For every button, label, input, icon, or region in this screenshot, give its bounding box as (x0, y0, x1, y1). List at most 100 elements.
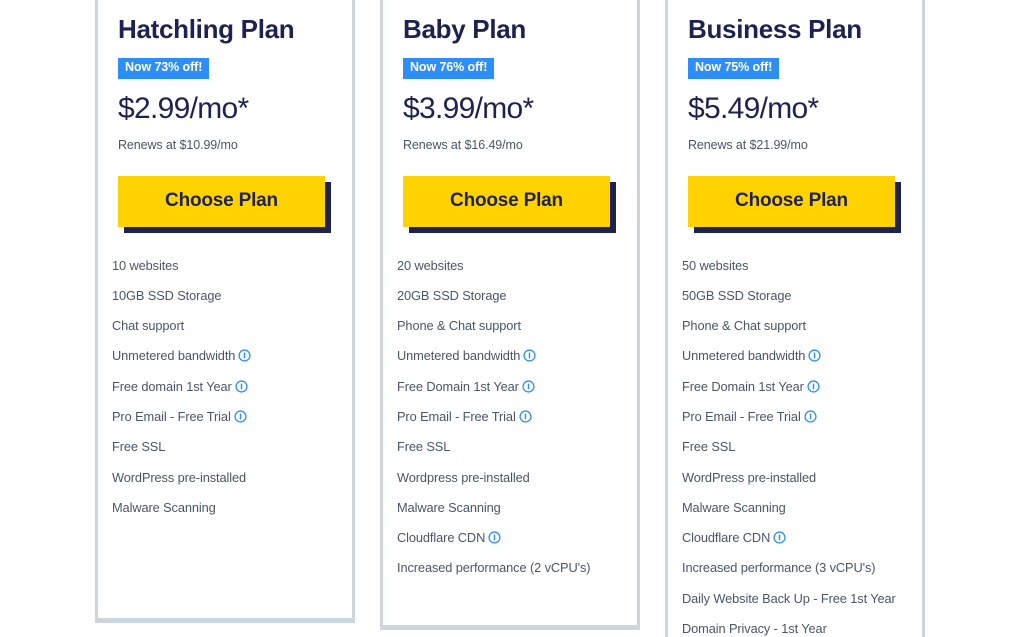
feature-item: Phone & Chat support (397, 317, 623, 334)
feature-label: Phone & Chat support (682, 318, 806, 334)
feature-label: 20 websites (397, 257, 464, 273)
feature-item: 50GB SSD Storage (682, 287, 908, 304)
feature-item: Malware Scanning (682, 499, 908, 516)
feature-item: Pro Email - Free Trial (112, 408, 338, 425)
info-circle-icon[interactable] (488, 531, 501, 544)
feature-item: Unmetered bandwidth (397, 347, 623, 364)
feature-label: Free Domain 1st Year (682, 378, 804, 394)
feature-item: 10 websites (112, 257, 338, 274)
feature-label: Malware Scanning (112, 499, 216, 515)
discount-badge-wrap: Now 73% off! (118, 45, 332, 79)
feature-item: Free domain 1st Year (112, 378, 338, 395)
cta-wrapper: Choose Plan (688, 175, 902, 227)
info-circle-icon[interactable] (804, 410, 817, 423)
plan-header-business: Business Plan Now 75% off! $5.49/mo* Renews… (668, 0, 922, 227)
info-circle-icon[interactable] (807, 380, 820, 393)
feature-item: WordPress pre-installed (112, 469, 338, 486)
feature-item: Domain Privacy - 1st Year (682, 620, 908, 637)
feature-label: Pro Email - Free Trial (112, 408, 231, 424)
feature-label: Free Domain 1st Year (397, 378, 519, 394)
feature-item: Pro Email - Free Trial (397, 408, 623, 425)
choose-plan-button[interactable]: Choose Plan (403, 175, 610, 227)
discount-badge: Now 75% off! (688, 57, 780, 79)
plan-renewal-price: Renews at $10.99/mo (118, 137, 238, 152)
cta-wrapper: Choose Plan (403, 175, 617, 227)
feature-label: Free SSL (682, 439, 736, 455)
feature-label: Malware Scanning (397, 499, 501, 515)
feature-item: Increased performance (3 vCPU's) (682, 559, 908, 576)
discount-badge: Now 76% off! (403, 57, 495, 79)
info-circle-icon[interactable] (522, 380, 535, 393)
feature-label: Domain Privacy - 1st Year (682, 620, 827, 636)
discount-badge: Now 73% off! (118, 57, 210, 79)
plan-card-business: Business Plan Now 75% off! $5.49/mo* Renews… (665, 0, 925, 637)
feature-label: Pro Email - Free Trial (682, 408, 801, 424)
discount-badge-wrap: Now 76% off! (403, 45, 617, 79)
info-circle-icon[interactable] (523, 349, 536, 363)
plan-price: $2.99/mo* (118, 91, 249, 125)
feature-label: WordPress pre-installed (682, 469, 817, 485)
plan-card-hatchling: Hatchling Plan Now 73% off! $2.99/mo* Renew… (95, 0, 355, 623)
plan-header-hatchling: Hatchling Plan Now 73% off! $2.99/mo* Renew… (98, 0, 352, 227)
feature-label: Phone & Chat support (397, 318, 521, 334)
feature-label: Increased performance (3 vCPU's) (682, 560, 876, 576)
feature-item: Unmetered bandwidth (112, 347, 338, 364)
info-circle-icon[interactable] (519, 410, 532, 423)
feature-label: Free SSL (397, 439, 451, 455)
discount-badge-wrap: Now 75% off! (688, 45, 902, 79)
plan-header-baby: Baby Plan Now 76% off! $3.99/mo* Renews at … (383, 0, 637, 227)
feature-item: 10GB SSD Storage (112, 287, 338, 304)
feature-item: 20 websites (397, 257, 623, 274)
feature-label: 50 websites (682, 257, 749, 273)
info-circle-icon[interactable] (808, 349, 821, 363)
feature-item: Free SSL (397, 438, 623, 455)
feature-label: Increased performance (2 vCPU's) (397, 560, 591, 576)
info-circle-icon[interactable] (773, 531, 786, 544)
choose-plan-button[interactable]: Choose Plan (118, 175, 325, 227)
feature-item: Free Domain 1st Year (397, 378, 623, 395)
info-circle-icon[interactable] (238, 349, 251, 363)
feature-label: Unmetered bandwidth (682, 348, 806, 364)
feature-item: Pro Email - Free Trial (682, 408, 908, 425)
feature-item: Cloudflare CDN (682, 529, 908, 546)
feature-item: 50 websites (682, 257, 908, 274)
plan-card-baby: Baby Plan Now 76% off! $3.99/mo* Renews at … (380, 0, 640, 630)
plan-renewal-price: Renews at $16.49/mo (403, 137, 523, 152)
feature-item: Chat support (112, 317, 338, 334)
feature-label: Unmetered bandwidth (397, 348, 521, 364)
feature-item: WordPress pre-installed (682, 469, 908, 486)
feature-label: Unmetered bandwidth (112, 348, 236, 364)
feature-item: Free SSL (112, 438, 338, 455)
plan-features-list: 50 websites 50GB SSD Storage Phone & Chat … (668, 257, 922, 637)
feature-label: Pro Email - Free Trial (397, 408, 516, 424)
feature-item: 20GB SSD Storage (397, 287, 623, 304)
pricing-plans-row: Hatchling Plan Now 73% off! $2.99/mo* Renew… (0, 0, 1024, 637)
feature-label: Cloudflare CDN (397, 530, 486, 546)
info-circle-icon[interactable] (234, 410, 247, 423)
feature-item: Daily Website Back Up - Free 1st Year (682, 590, 908, 607)
feature-label: 10 websites (112, 257, 179, 273)
plan-title: Hatchling Plan (118, 14, 295, 44)
feature-item: Malware Scanning (112, 499, 338, 516)
feature-item: Wordpress pre-installed (397, 469, 623, 486)
feature-label: 50GB SSD Storage (682, 287, 792, 303)
cta-wrapper: Choose Plan (118, 175, 332, 227)
plan-title: Business Plan (688, 14, 862, 44)
feature-item: Phone & Chat support (682, 317, 908, 334)
feature-item: Malware Scanning (397, 499, 623, 516)
feature-label: 20GB SSD Storage (397, 287, 507, 303)
feature-label: WordPress pre-installed (112, 469, 247, 485)
feature-item: Unmetered bandwidth (682, 347, 908, 364)
plan-price: $3.99/mo* (403, 91, 534, 125)
plan-price: $5.49/mo* (688, 91, 819, 125)
feature-label: 10GB SSD Storage (112, 287, 222, 303)
feature-item: Free SSL (682, 438, 908, 455)
feature-label: Chat support (112, 318, 185, 334)
info-circle-icon[interactable] (235, 380, 248, 393)
plan-features-list: 20 websites 20GB SSD Storage Phone & Chat … (383, 257, 637, 590)
plan-title: Baby Plan (403, 14, 527, 44)
feature-item: Free Domain 1st Year (682, 378, 908, 395)
feature-label: Wordpress pre-installed (397, 469, 530, 485)
feature-item: Cloudflare CDN (397, 529, 623, 546)
choose-plan-button[interactable]: Choose Plan (688, 175, 895, 227)
